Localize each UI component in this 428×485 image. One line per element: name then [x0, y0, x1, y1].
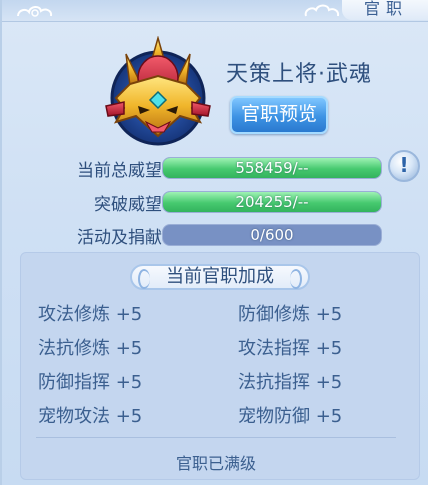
- total-prestige-label: 当前总威望: [77, 161, 162, 181]
- exclamation-info-icon[interactable]: !: [388, 150, 420, 182]
- cloud-ornament-icon: [17, 6, 53, 17]
- golden-helmet-emblem-icon: [105, 36, 211, 146]
- rank-name: 天策上将·武魂: [226, 62, 372, 87]
- activity-donation-value: 0/600: [250, 226, 294, 244]
- panel-title: 官职: [342, 0, 428, 20]
- breakthrough-prestige-bar: 204255/--: [162, 191, 382, 213]
- total-prestige-bar: 558459/--: [162, 157, 382, 179]
- total-prestige-value: 558459/--: [235, 159, 309, 177]
- bonus-item: 攻法指挥 +5: [238, 338, 343, 359]
- divider: [36, 437, 396, 438]
- rank-preview-button[interactable]: 官职预览: [230, 96, 328, 134]
- activity-donation-bar: 0/600: [162, 224, 382, 246]
- bonus-item: 宠物攻法 +5: [38, 406, 143, 427]
- rank-bonus-title: 当前官职加成: [130, 264, 310, 290]
- bonus-item: 法抗修炼 +5: [38, 338, 143, 359]
- bonus-item: 防御修炼 +5: [238, 304, 343, 325]
- bonus-item: 攻法修炼 +5: [38, 304, 143, 325]
- breakthrough-prestige-label: 突破威望: [94, 195, 162, 215]
- bonus-item: 宠物防御 +5: [238, 406, 343, 427]
- official-rank-panel: 官职 天策上将·武魂 官职预览 当前总威望 558459/-- 突破威望 204…: [0, 0, 428, 485]
- bonus-item: 防御指挥 +5: [38, 372, 143, 393]
- max-rank-status: 官职已满级: [175, 454, 256, 473]
- cloud-ornament-icon: [304, 4, 340, 17]
- top-decorative-band: 官职: [2, 0, 428, 22]
- bonus-item: 法抗指挥 +5: [238, 372, 343, 393]
- activity-donation-label: 活动及捐献: [77, 228, 162, 248]
- breakthrough-prestige-value: 204255/--: [235, 193, 309, 211]
